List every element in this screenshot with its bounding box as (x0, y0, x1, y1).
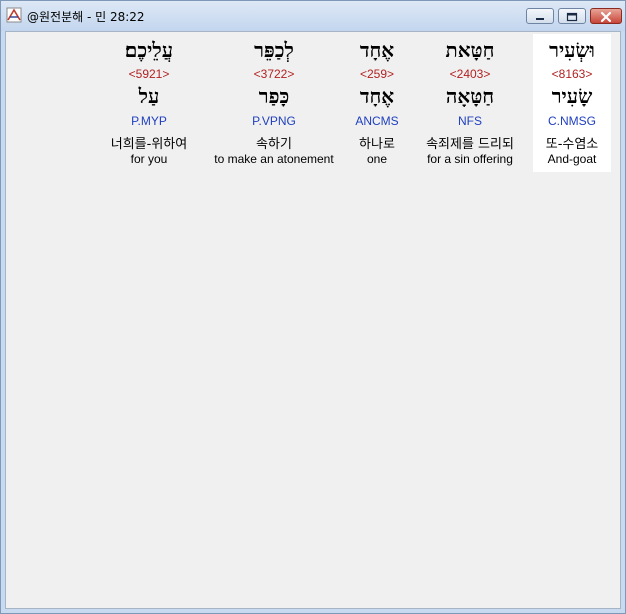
hebrew-word: עֲלֵיכֶם׃ (124, 38, 174, 62)
english-gloss: And-goat (547, 152, 597, 166)
maximize-icon (566, 12, 578, 22)
strong-number[interactable]: <5921> (98, 67, 200, 81)
korean-gloss: 속죄제를 드리되 (426, 137, 514, 152)
strong-number[interactable]: <8163> (533, 67, 611, 81)
strong-number[interactable]: <259> (346, 67, 408, 81)
title-bar[interactable]: @원전분해 - 민 28:22 (1, 1, 625, 31)
morphology-code: P.VPNG (252, 114, 296, 128)
korean-gloss: 또-수염소 (545, 137, 599, 152)
lemma-word: חַטָּאָה (445, 84, 495, 108)
lemma-word: עַל (138, 84, 160, 108)
morphology-code: P.MYP (131, 114, 167, 128)
korean-gloss: 속하기 (256, 137, 292, 152)
word-column[interactable]: אֶחָד <259> אֶחָד ANCMS 하나로 one (346, 34, 408, 172)
lemma-word: שָׂעִיר (551, 84, 593, 108)
lemma-word: כָּפַר (258, 84, 290, 108)
minimize-icon (536, 18, 544, 20)
hebrew-word: אֶחָד (359, 38, 395, 62)
english-gloss: to make an atonement (214, 152, 334, 166)
korean-gloss: 너희를-위하여 (110, 137, 188, 152)
close-button[interactable] (590, 8, 622, 24)
english-gloss: for you (130, 152, 168, 166)
app-window: @원전분해 - 민 28:22 וּשְׂעִיר <8163> שָׂעִיר… (0, 0, 626, 614)
app-icon (6, 7, 22, 23)
word-column[interactable]: וּשְׂעִיר <8163> שָׂעִיר C.NMSG 또-수염소 An… (533, 34, 611, 172)
minimize-button[interactable] (526, 8, 554, 24)
close-icon (600, 11, 612, 23)
english-gloss: one (366, 152, 388, 166)
maximize-button[interactable] (558, 8, 586, 24)
window-title: @원전분해 - 민 28:22 (27, 10, 145, 24)
lemma-word: אֶחָד (359, 84, 395, 108)
morphology-code: ANCMS (355, 114, 399, 128)
interlinear-panel: וּשְׂעִיר <8163> שָׂעִיר C.NMSG 또-수염소 An… (5, 31, 621, 609)
word-column[interactable]: עֲלֵיכֶם׃ <5921> עַל P.MYP 너희를-위하여 for y… (98, 34, 200, 172)
hebrew-word: וּשְׂעִיר (549, 38, 595, 62)
korean-gloss: 하나로 (359, 137, 395, 152)
word-column[interactable]: לְכַפֵּר <3722> כָּפַר P.VPNG 속하기 to mak… (204, 34, 344, 172)
word-column[interactable]: חַטָּאת <2403> חַטָּאָה NFS 속죄제를 드리되 for… (410, 34, 530, 172)
morphology-code: C.NMSG (548, 114, 596, 128)
english-gloss: for a sin offering (427, 152, 513, 166)
hebrew-word: חַטָּאת (445, 38, 495, 62)
morphology-code: NFS (458, 114, 482, 128)
strong-number[interactable]: <2403> (410, 67, 530, 81)
strong-number[interactable]: <3722> (204, 67, 344, 81)
hebrew-word: לְכַפֵּר (254, 38, 294, 62)
